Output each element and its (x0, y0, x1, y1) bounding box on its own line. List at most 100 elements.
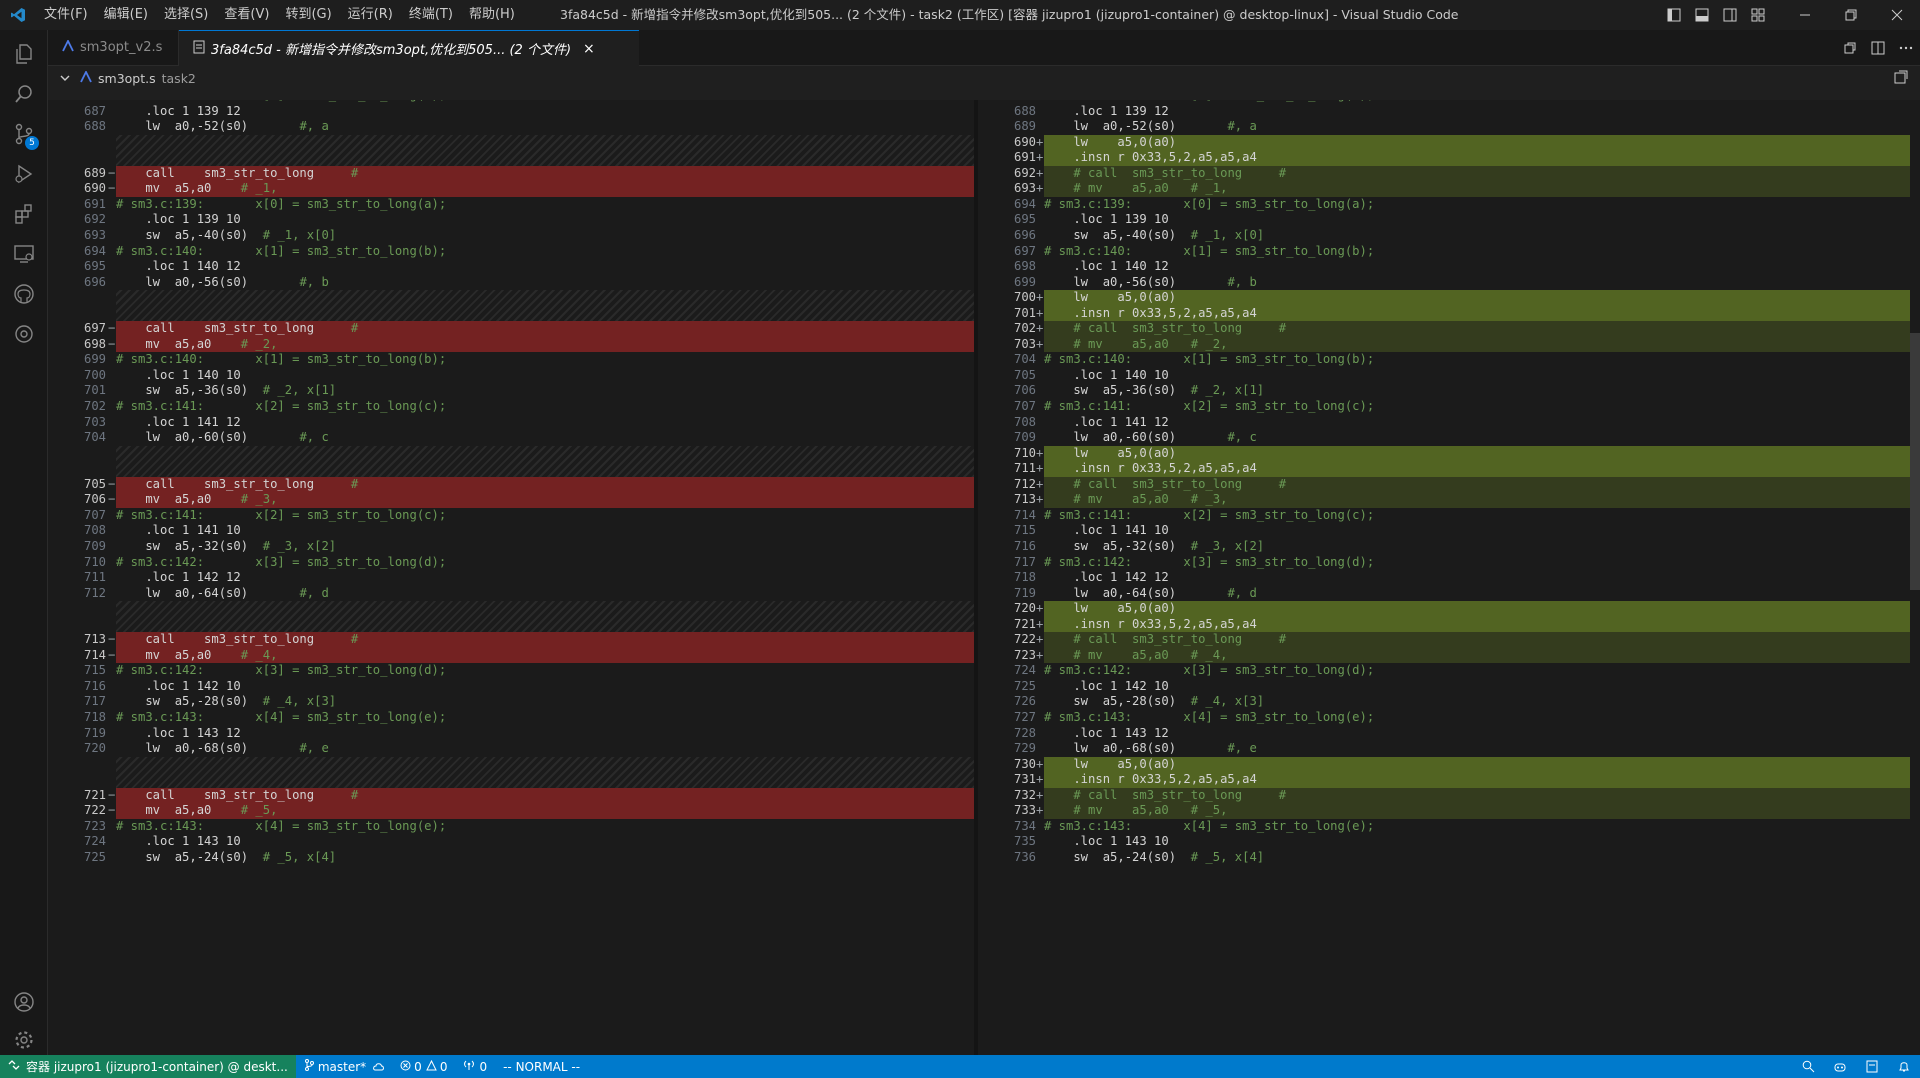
code-line[interactable]: 689 lw a0,-52(s0) #, a (978, 119, 1910, 135)
code-line[interactable]: 715 # sm3.c:142: x[3] = sm3_str_to_long(d… (48, 663, 974, 679)
extensions-icon[interactable] (0, 194, 47, 234)
code-line[interactable]: 702 + # call sm3_str_to_long # (978, 321, 1910, 337)
code-line[interactable]: 690 + lw a5,0(a0) (978, 134, 1910, 151)
code-line[interactable]: 693 + # mv a5,a0 # _1, (978, 181, 1910, 197)
code-line[interactable]: 700 + lw a5,0(a0) (978, 290, 1910, 306)
menu-selection[interactable]: 选择(S) (156, 0, 216, 30)
chevron-down-icon[interactable] (60, 71, 70, 86)
code-line[interactable]: 710 # sm3.c:142: x[3] = sm3_str_to_long(d… (48, 555, 974, 571)
menu-edit[interactable]: 编辑(E) (96, 0, 156, 30)
code-line[interactable]: 717 sw a5,-28(s0) # _4, x[3] (48, 694, 974, 710)
more-actions-icon[interactable] (1892, 30, 1920, 65)
menu-view[interactable]: 查看(V) (216, 0, 277, 30)
tab-sm3opt-v2[interactable]: sm3opt_v2.s (48, 30, 179, 65)
code-line[interactable]: 702 # sm3.c:141: x[2] = sm3_str_to_long(c… (48, 399, 974, 415)
code-line[interactable]: 736 sw a5,-24(s0) # _5, x[4] (978, 850, 1910, 866)
problems-indicator[interactable]: 0 0 (392, 1059, 455, 1074)
copilot-icon[interactable] (1824, 1055, 1856, 1078)
code-line[interactable]: 715 .loc 1 141 10 (978, 523, 1910, 539)
code-line[interactable]: 721− call sm3_str_to_long # (48, 787, 974, 804)
code-line[interactable]: 719 .loc 1 143 12 (48, 726, 974, 742)
code-line[interactable]: 718 .loc 1 142 12 (978, 570, 1910, 586)
search-icon[interactable] (0, 74, 47, 114)
code-line[interactable]: 729 lw a0,-68(s0) #, e (978, 741, 1910, 757)
code-line[interactable]: 725 sw a5,-24(s0) # _5, x[4] (48, 850, 974, 866)
breadcrumb-folder[interactable]: task2 (162, 71, 196, 86)
customize-layout-icon[interactable] (1744, 0, 1772, 30)
code-line[interactable]: 709 lw a0,-60(s0) #, c (978, 430, 1910, 446)
code-line[interactable]: 717 # sm3.c:142: x[3] = sm3_str_to_long(d… (978, 555, 1910, 571)
menu-run[interactable]: 运行(R) (340, 0, 401, 30)
code-line[interactable]: 695 .loc 1 140 12 (48, 259, 974, 275)
code-line[interactable]: 696 lw a0,-56(s0) #, b (48, 275, 974, 291)
feedback-icon[interactable] (1856, 1055, 1888, 1078)
code-line[interactable]: 701 + .insn r 0x33,5,2,a5,a5,a4 (978, 305, 1910, 322)
code-line[interactable]: 727 # sm3.c:143: x[4] = sm3_str_to_long(e… (978, 710, 1910, 726)
code-line[interactable]: 689− call sm3_str_to_long # (48, 165, 974, 182)
code-line[interactable]: 693 sw a5,-40(s0) # _1, x[0] (48, 228, 974, 244)
code-line[interactable]: 712 lw a0,-64(s0) #, d (48, 586, 974, 602)
code-line[interactable]: 703 .loc 1 141 12 (48, 415, 974, 431)
notifications-bell-icon[interactable] (1888, 1055, 1920, 1078)
code-line[interactable]: 706− mv a5,a0 # _3, (48, 492, 974, 508)
code-line[interactable]: 691 # sm3.c:139: x[0] = sm3_str_to_long(a… (48, 197, 974, 213)
explorer-icon[interactable] (0, 34, 47, 74)
code-line[interactable]: 704 lw a0,-60(s0) #, c (48, 430, 974, 446)
code-line[interactable]: 713− call sm3_str_to_long # (48, 632, 974, 648)
code-line[interactable]: 721 + .insn r 0x33,5,2,a5,a5,a4 (978, 616, 1910, 633)
zoom-icon[interactable] (1792, 1055, 1824, 1078)
code-line[interactable]: 694 # sm3.c:140: x[1] = sm3_str_to_long(b… (48, 244, 974, 260)
code-line[interactable]: 712 + # call sm3_str_to_long # (978, 476, 1910, 493)
code-line[interactable]: 697 # sm3.c:140: x[1] = sm3_str_to_long(b… (978, 244, 1910, 260)
code-line[interactable]: 707 # sm3.c:141: x[2] = sm3_str_to_long(c… (48, 508, 974, 524)
code-line[interactable]: 726 sw a5,-28(s0) # _4, x[3] (978, 694, 1910, 710)
code-line[interactable]: 691 + .insn r 0x33,5,2,a5,a5,a4 (978, 150, 1910, 166)
code-line[interactable]: 710 + lw a5,0(a0) (978, 445, 1910, 462)
vertical-scrollbar[interactable] (1910, 100, 1920, 1055)
code-line[interactable]: 714 # sm3.c:141: x[2] = sm3_str_to_long(c… (978, 508, 1910, 524)
code-line[interactable]: 722 + # call sm3_str_to_long # (978, 632, 1910, 648)
code-line[interactable]: 703 + # mv a5,a0 # _2, (978, 336, 1910, 353)
code-line[interactable]: 708 .loc 1 141 12 (978, 415, 1910, 431)
code-line[interactable]: 692 .loc 1 139 10 (48, 212, 974, 228)
menu-help[interactable]: 帮助(H) (461, 0, 523, 30)
code-line[interactable]: 690− mv a5,a0 # _1, (48, 181, 974, 197)
code-line[interactable]: 688 lw a0,-52(s0) #, a (48, 119, 974, 135)
toggle-primary-sidebar-icon[interactable] (1660, 0, 1688, 30)
code-line[interactable]: 724 # sm3.c:142: x[3] = sm3_str_to_long(d… (978, 663, 1910, 679)
code-line[interactable]: 700 .loc 1 140 10 (48, 368, 974, 384)
remote-explorer-icon[interactable] (0, 234, 47, 274)
code-line[interactable]: 728 .loc 1 143 12 (978, 726, 1910, 742)
code-line[interactable]: 724 .loc 1 143 10 (48, 834, 974, 850)
code-line[interactable]: 722− mv a5,a0 # _5, (48, 803, 974, 819)
github-icon[interactable] (0, 274, 47, 314)
source-control-icon[interactable]: 5 (0, 114, 47, 154)
code-line[interactable]: 733 + # mv a5,a0 # _5, (978, 803, 1910, 819)
code-line[interactable]: 706 sw a5,-36(s0) # _2, x[1] (978, 383, 1910, 399)
scrollbar-thumb[interactable] (1910, 333, 1920, 590)
code-line[interactable]: 735 .loc 1 143 10 (978, 834, 1910, 850)
accounts-icon[interactable] (0, 982, 47, 1022)
code-line[interactable]: 698 .loc 1 140 12 (978, 259, 1910, 275)
code-line[interactable]: 705 .loc 1 140 10 (978, 368, 1910, 384)
menu-file[interactable]: 文件(F) (36, 0, 96, 30)
restore-icon[interactable] (1828, 0, 1874, 30)
breadcrumb-file[interactable]: sm3opt.s (98, 71, 156, 86)
diff-modified-pane[interactable]: 687# sm3.c:139: x[0] = sm3_str_to_long(a… (978, 100, 1910, 1055)
code-line[interactable]: 709 sw a5,-32(s0) # _3, x[2] (48, 539, 974, 555)
code-line[interactable]: 697− call sm3_str_to_long # (48, 321, 974, 337)
code-line[interactable]: 732 + # call sm3_str_to_long # (978, 787, 1910, 804)
code-line[interactable]: 723 + # mv a5,a0 # _4, (978, 647, 1910, 664)
code-line[interactable]: 687 .loc 1 139 12 (48, 104, 974, 120)
close-tab-icon[interactable]: × (583, 41, 595, 57)
code-line[interactable]: 714− mv a5,a0 # _4, (48, 647, 974, 664)
branch-indicator[interactable]: master* (296, 1059, 392, 1074)
code-line[interactable]: 716 sw a5,-32(s0) # _3, x[2] (978, 539, 1910, 555)
code-line[interactable]: 716 .loc 1 142 10 (48, 679, 974, 695)
code-line[interactable]: 704 # sm3.c:140: x[1] = sm3_str_to_long(b… (978, 352, 1910, 368)
menu-terminal[interactable]: 终端(T) (401, 0, 461, 30)
remote-indicator[interactable]: 容器 jizupro1 (jizupro1-container) @ deskt… (0, 1055, 296, 1078)
tab-diff-commit[interactable]: 3fa84c5d - 新增指令并修改sm3opt,优化到505... (2 个文… (179, 30, 639, 66)
toggle-secondary-sidebar-icon[interactable] (1716, 0, 1744, 30)
code-line[interactable]: 705− call sm3_str_to_long # (48, 476, 974, 493)
